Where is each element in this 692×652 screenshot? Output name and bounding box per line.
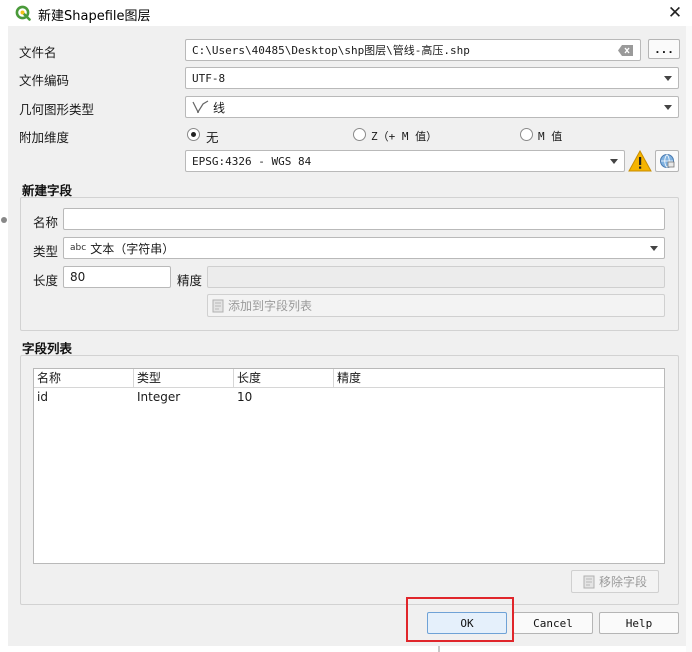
dimension-m-radio[interactable] — [520, 128, 533, 141]
chevron-down-icon — [664, 104, 672, 110]
cell-type: Integer — [137, 390, 181, 404]
background-line-right — [686, 26, 692, 652]
dimension-label: 附加维度 — [19, 130, 70, 145]
dimension-none-label[interactable]: 无 — [206, 127, 219, 146]
field-length-label: 长度 — [33, 273, 59, 288]
cell-precision — [334, 388, 337, 406]
column-header-type[interactable]: 类型 — [134, 369, 234, 387]
add-to-field-list-label: 添加到字段列表 — [228, 299, 313, 313]
geometry-type-select[interactable]: 线 — [185, 96, 679, 118]
column-header-name[interactable]: 名称 — [34, 369, 134, 387]
field-list-table: 名称 类型 长度 精度 id Integer 10 — [33, 368, 665, 564]
column-header-length[interactable]: 长度 — [234, 369, 334, 387]
file-name-field[interactable]: C:\Users\40485\Desktop\shp图层\管线-高压.shp — [185, 39, 641, 61]
table-row[interactable]: id Integer 10 — [34, 388, 664, 406]
cell-length: 10 — [237, 390, 253, 404]
background-line-bottom — [438, 646, 440, 652]
crs-select[interactable]: EPSG:4326 - WGS 84 — [185, 150, 625, 172]
dimension-none-radio[interactable] — [187, 128, 200, 141]
field-type-label: 类型 — [33, 244, 59, 259]
remove-field-button[interactable]: 移除字段 — [571, 570, 659, 593]
field-precision-label: 精度 — [177, 273, 203, 288]
remove-field-label: 移除字段 — [598, 575, 647, 589]
encoding-value: UTF-8 — [192, 71, 226, 85]
dimension-z-radio[interactable] — [353, 128, 366, 141]
field-length-value: 80 — [70, 270, 86, 284]
chevron-down-icon — [650, 245, 658, 251]
remove-field-icon — [583, 575, 597, 589]
field-length-input[interactable]: 80 — [63, 266, 171, 288]
line-geometry-icon — [192, 100, 210, 114]
window-title: 新建Shapefile图层 — [38, 9, 151, 24]
column-header-precision[interactable]: 精度 — [334, 369, 664, 387]
close-icon[interactable]: ✕ — [664, 2, 686, 24]
clear-field-icon[interactable] — [618, 44, 634, 56]
geometry-type-label: 几何图形类型 — [19, 102, 95, 117]
chevron-down-icon — [610, 158, 618, 164]
cancel-button[interactable]: Cancel — [513, 612, 593, 634]
encoding-select[interactable]: UTF-8 — [185, 67, 679, 89]
cell-name: id — [37, 390, 48, 404]
ok-highlight-box — [406, 597, 514, 642]
encoding-label: 文件编码 — [19, 73, 70, 88]
file-name-value: C:\Users\40485\Desktop\shp图层\管线-高压.shp — [192, 44, 470, 57]
file-name-label: 文件名 — [19, 45, 57, 60]
crs-value: EPSG:4326 - WGS 84 — [192, 154, 312, 168]
geometry-type-value: 线 — [213, 100, 226, 115]
qgis-logo-icon — [15, 5, 31, 21]
table-header: 名称 类型 长度 精度 — [34, 369, 664, 388]
field-name-input[interactable] — [63, 208, 665, 230]
field-type-value: 文本（字符串） — [90, 241, 175, 256]
field-name-label: 名称 — [33, 215, 59, 230]
background-point-marker — [1, 217, 7, 223]
dimension-z-label[interactable]: Z（+ M 值） — [371, 128, 437, 144]
browse-button[interactable]: ... — [648, 39, 680, 59]
background-window-strip — [0, 26, 8, 652]
chevron-down-icon — [664, 75, 672, 81]
text-type-icon: abc — [70, 243, 87, 253]
field-precision-input[interactable] — [207, 266, 665, 288]
warning-icon — [628, 149, 652, 172]
crs-select-icon[interactable] — [655, 150, 679, 172]
help-button[interactable]: Help — [599, 612, 679, 634]
field-type-select[interactable]: abc 文本（字符串） — [63, 237, 665, 259]
add-to-field-list-button[interactable]: 添加到字段列表 — [207, 294, 665, 317]
add-field-icon — [212, 299, 226, 313]
dimension-m-label[interactable]: M 值 — [538, 128, 562, 144]
